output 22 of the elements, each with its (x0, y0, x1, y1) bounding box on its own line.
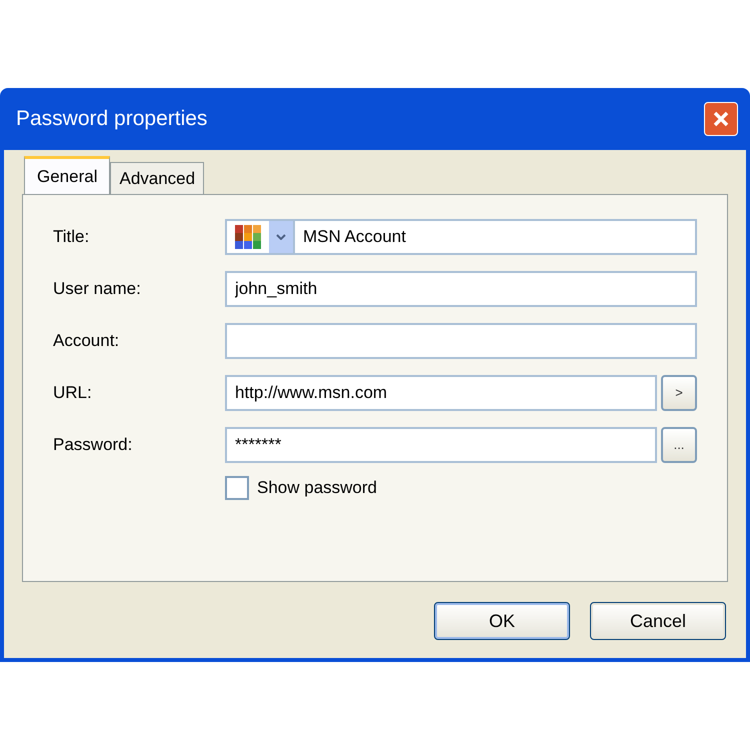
close-button[interactable] (704, 102, 738, 136)
dialog-button[interactable]: OK (434, 602, 570, 640)
text-field[interactable]: http://www.msn.com (225, 375, 657, 411)
tab[interactable]: Advanced (110, 162, 204, 194)
checkbox-label: Show password (257, 477, 378, 499)
text-field[interactable] (225, 323, 697, 359)
text-field[interactable]: MSN Account (293, 219, 697, 255)
browse-button[interactable]: ... (661, 427, 697, 463)
browse-button[interactable]: > (661, 375, 697, 411)
icon-picker[interactable] (225, 219, 293, 255)
close-icon (712, 110, 730, 128)
tab[interactable]: General (24, 156, 110, 194)
field-label: Account: (53, 330, 120, 352)
field-label: Title: (53, 226, 90, 248)
field-label: Password: (53, 434, 134, 456)
dialog-button[interactable]: Cancel (590, 602, 726, 640)
field-label: User name: (53, 278, 142, 300)
field-label: URL: (53, 382, 93, 404)
text-field[interactable]: ******* (225, 427, 657, 463)
grid-icon (235, 225, 261, 249)
window-title: Password properties (16, 106, 208, 132)
checkbox[interactable] (225, 476, 249, 500)
